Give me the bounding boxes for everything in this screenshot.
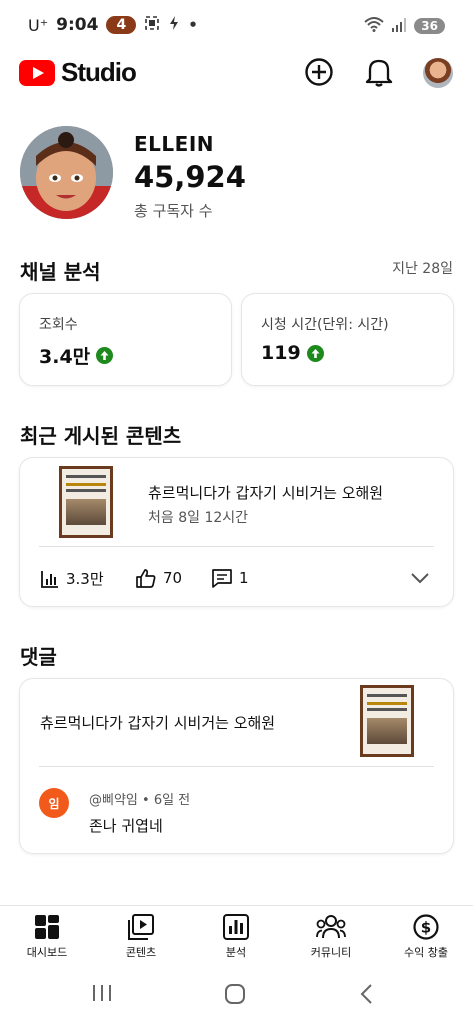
comment-video-thumbnail[interactable] [360, 685, 414, 757]
card-divider [39, 546, 434, 547]
dashboard-icon [35, 915, 59, 939]
status-right: 36 [364, 16, 445, 36]
nav-earn-label: 수익 창출 [404, 946, 448, 959]
views-stat: 3.4만 [39, 342, 114, 369]
notification-count-badge: 4 [106, 16, 137, 34]
bar-chart-icon [41, 570, 58, 588]
comment-icon [212, 569, 232, 588]
youtube-studio-logo[interactable]: Studio [19, 57, 137, 88]
back-button[interactable] [358, 983, 376, 1009]
views-card[interactable]: 조회수 3.4만 [19, 293, 232, 386]
recent-video-card[interactable]: 츄르먹니다가 갑자기 시비거는 오해원 처음 8일 12시간 3.3만 70 1 [19, 457, 454, 607]
nav-content-label: 콘텐츠 [125, 946, 157, 959]
dollar-circle-icon: $ [413, 914, 439, 940]
battery-saver-icon [168, 15, 180, 35]
analytics-range-label: 지난 28일 [392, 261, 453, 277]
video-meta: 처음 8일 12시간 [148, 510, 249, 526]
likes-count: 70 [163, 569, 183, 587]
nav-dashboard[interactable]: 대시보드 [2, 914, 92, 960]
status-bar: U⁺ 9:04 4 • 36 [0, 0, 473, 52]
commenter-avatar[interactable]: 임 [39, 788, 69, 818]
wifi-icon [364, 16, 384, 36]
video-thumbnail[interactable] [59, 466, 113, 538]
trend-up-icon [306, 344, 324, 362]
subscriber-label: 총 구독자 수 [134, 202, 213, 220]
community-icon [316, 915, 346, 939]
channel-avatar [20, 126, 113, 219]
nav-content[interactable]: 콘텐츠 [96, 914, 186, 960]
comment-author: @삐약임 • 6일 전 [89, 793, 191, 808]
content-icon [128, 914, 154, 940]
nav-community[interactable]: 커뮤니티 [286, 914, 376, 960]
thumbs-up-icon [136, 569, 156, 588]
battery-level: 36 [414, 18, 445, 34]
more-dot-icon: • [188, 16, 198, 34]
home-icon [225, 984, 245, 1004]
subscriber-count: 45,924 [134, 160, 246, 194]
watch-time-stat: 119 [261, 342, 324, 364]
add-circle-icon [305, 58, 333, 86]
views-count: 3.3만 [66, 570, 104, 588]
nav-analytics[interactable]: 분석 [191, 914, 281, 960]
comment-card[interactable]: 츄르먹니다가 갑자기 시비거는 오해원 임 @삐약임 • 6일 전 존나 귀엽네 [19, 678, 454, 854]
recent-content-title: 최근 게시된 콘텐츠 [20, 424, 182, 448]
nav-community-label: 커뮤니티 [310, 946, 352, 959]
watch-time-card[interactable]: 시청 시간(단위: 시간) 119 [241, 293, 454, 386]
account-avatar[interactable] [423, 58, 453, 88]
views-value: 3.4만 [39, 346, 91, 368]
bottom-navigation: 대시보드 콘텐츠 분석 커뮤니티 $ 수익 창출 [0, 905, 473, 965]
analytics-section-title: 채널 분석 [20, 260, 101, 284]
svg-text:$: $ [421, 919, 431, 937]
video-title[interactable]: 츄르먹니다가 갑자기 시비거는 오해원 [148, 482, 383, 503]
nav-analytics-label: 분석 [225, 946, 247, 959]
notifications-button[interactable] [363, 56, 395, 88]
watch-time-value: 119 [261, 342, 301, 364]
comment-video-title[interactable]: 츄르먹니다가 갑자기 시비거는 오해원 [40, 712, 275, 733]
app-name: Studio [61, 57, 137, 87]
recent-apps-button[interactable] [91, 983, 113, 1007]
likes-metric: 70 [135, 568, 182, 588]
comments-metric: 1 [211, 568, 249, 588]
comments-count: 1 [239, 569, 249, 587]
status-left: U⁺ 9:04 4 • [28, 15, 198, 35]
views-metric: 3.3만 [40, 568, 104, 589]
signal-icon [392, 17, 407, 36]
nav-dashboard-label: 대시보드 [26, 946, 68, 959]
nav-earn[interactable]: $ 수익 창출 [381, 914, 471, 960]
card-divider [39, 766, 434, 767]
back-icon [360, 984, 372, 1004]
system-navigation-bar [0, 965, 473, 1024]
home-button[interactable] [224, 983, 246, 1009]
app-header: Studio [0, 52, 473, 92]
watch-time-label: 시청 시간(단위: 시간) [261, 317, 389, 333]
recent-apps-icon [93, 985, 111, 1001]
analytics-icon [223, 914, 249, 940]
bell-icon [365, 59, 393, 87]
channel-name: ELLEIN [134, 132, 214, 156]
carrier-label: U⁺ [28, 15, 49, 35]
comments-section-title: 댓글 [20, 645, 57, 669]
views-label: 조회수 [39, 317, 78, 333]
screenshot-icon [144, 15, 160, 35]
comment-text: 존나 귀엽네 [89, 817, 163, 835]
chevron-down-icon[interactable] [410, 570, 430, 589]
create-button[interactable] [303, 56, 335, 88]
clock: 9:04 [56, 15, 99, 35]
youtube-play-icon [19, 59, 55, 86]
trend-up-icon [96, 347, 114, 364]
